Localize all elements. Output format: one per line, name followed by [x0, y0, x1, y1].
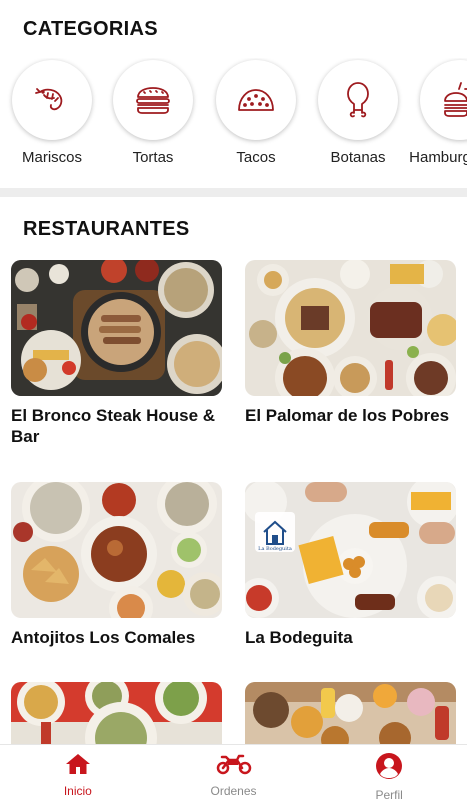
restaurant-name: Antojitos Los Comales [11, 628, 196, 647]
restaurant-photo: La Bodeguita [245, 482, 456, 618]
restaurant-photo [245, 260, 456, 396]
categories-title: CATEGORIAS [23, 18, 158, 40]
restaurant-card-el-palomar[interactable]: El Palomar de los Pobres [245, 260, 456, 426]
nav-perfil[interactable]: Perfil [311, 745, 467, 800]
taco-icon [216, 60, 296, 140]
restaurant-card-el-bronco[interactable]: El Bronco Steak House & Bar [11, 260, 222, 447]
restaurant-name: El Bronco Steak House & Bar [11, 406, 216, 446]
bottom-navigation: Inicio Ordenes Perfil [0, 744, 467, 800]
category-tortas[interactable]: Tortas [101, 58, 205, 166]
category-botanas[interactable]: Botanas [306, 58, 410, 166]
restaurant-card-la-bodeguita[interactable]: La Bodeguita La Bodeguita [245, 482, 456, 648]
restaurant-photo [11, 482, 222, 618]
categories-carousel[interactable]: Mariscos Tortas Tacos Botanas Hamburg [0, 58, 467, 178]
drumstick-icon [318, 60, 398, 140]
restaurant-name: La Bodeguita [245, 628, 353, 647]
nav-label: Inicio [63, 784, 92, 798]
home-icon [65, 752, 91, 781]
restaurant-name: El Palomar de los Pobres [245, 406, 450, 425]
la-bodeguita-logo: La Bodeguita [255, 512, 295, 552]
nav-ordenes[interactable]: Ordenes [156, 745, 312, 800]
nav-label: Ordenes [210, 784, 257, 798]
restaurants-title: RESTAURANTES [23, 218, 190, 240]
category-hamburguesas[interactable]: Hamburguesas [408, 58, 467, 166]
nav-inicio[interactable]: Inicio [0, 745, 156, 800]
svg-text:La Bodeguita: La Bodeguita [258, 546, 292, 552]
fastfood-icon [420, 60, 467, 140]
shrimp-icon [12, 60, 92, 140]
section-divider [0, 188, 467, 197]
category-label: Hamburguesas [409, 149, 467, 166]
category-label: Mariscos [21, 149, 82, 166]
user-icon [375, 752, 403, 785]
category-label: Tacos [236, 149, 276, 166]
restaurant-card-antojitos[interactable]: Antojitos Los Comales [11, 482, 222, 648]
restaurant-photo [11, 260, 222, 396]
category-tacos[interactable]: Tacos [204, 58, 308, 166]
category-mariscos[interactable]: Mariscos [0, 58, 104, 166]
motorcycle-icon [216, 752, 252, 781]
category-label: Botanas [330, 149, 386, 166]
nav-label: Perfil [375, 788, 403, 800]
burger-icon [113, 60, 193, 140]
category-label: Tortas [132, 149, 174, 166]
